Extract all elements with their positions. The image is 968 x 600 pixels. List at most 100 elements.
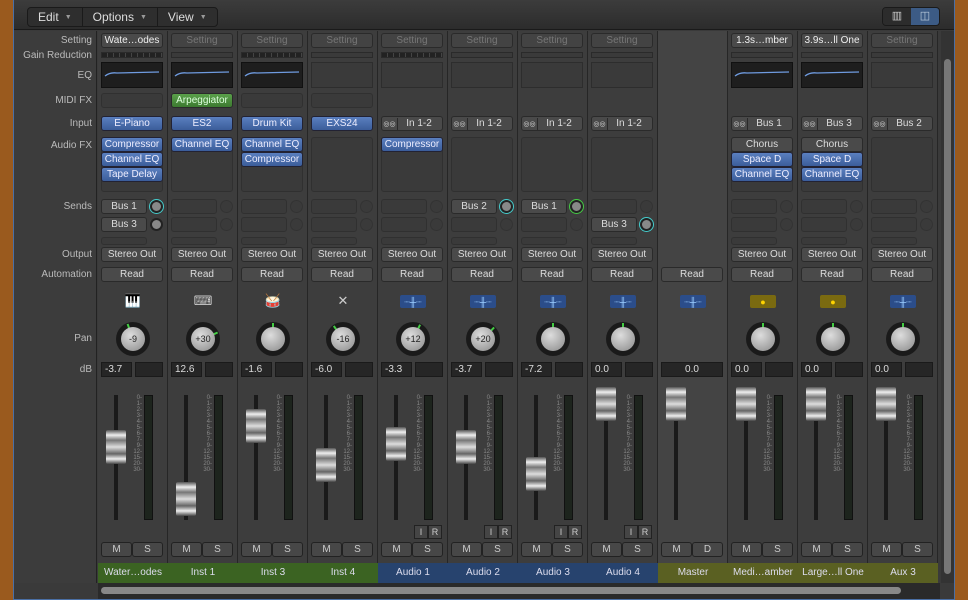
eq-display[interactable] [101,62,163,88]
input-button[interactable]: ◎◎ In 1-2 [591,116,653,131]
pan-knob[interactable] [816,322,850,356]
audio-fx-slot[interactable]: Channel EQ [101,152,163,167]
pan-knob[interactable]: +12 [396,322,430,356]
send-slot[interactable] [241,237,287,245]
send-slot[interactable] [101,237,147,245]
setting-button[interactable]: Setting [521,33,583,48]
record-enable-button[interactable]: R [638,525,652,539]
send-level-knob[interactable] [780,200,793,213]
pan-knob[interactable] [536,322,570,356]
stereo-link-icon[interactable]: ◎◎ [382,118,398,130]
send-slot[interactable] [171,237,217,245]
send-slot[interactable] [311,237,357,245]
volume-fader[interactable] [736,387,756,421]
automation-mode-button[interactable]: Read [171,267,233,282]
stereo-link-icon[interactable]: ◎◎ [872,118,888,130]
pan-knob[interactable]: +20 [466,322,500,356]
stereo-link-icon[interactable]: ◎◎ [592,118,608,130]
send-slot[interactable] [871,199,917,214]
send-slot[interactable]: Bus 3 [591,217,637,232]
automation-mode-button[interactable]: Read [451,267,513,282]
send-slot[interactable] [801,217,847,232]
send-slot[interactable] [591,199,637,214]
output-button[interactable]: Stereo Out [241,247,303,262]
send-slot[interactable] [731,199,777,214]
record-enable-button[interactable]: R [498,525,512,539]
send-level-knob[interactable] [850,218,863,231]
audio-fx-slot[interactable]: Compressor [381,137,443,152]
track-name[interactable]: Aux 3 [868,563,938,583]
output-button[interactable]: Stereo Out [311,247,373,262]
send-slot[interactable] [871,217,917,232]
mute-button[interactable]: M [241,542,272,557]
dim-button[interactable]: D [692,542,723,557]
audio-fx-slot[interactable]: Channel EQ [731,167,793,182]
automation-mode-button[interactable]: Read [381,267,443,282]
solo-button[interactable]: S [412,542,443,557]
solo-button[interactable]: S [552,542,583,557]
volume-fader[interactable] [316,448,336,482]
input-monitor-button[interactable]: I [484,525,498,539]
automation-mode-button[interactable]: Read [801,267,863,282]
track-name[interactable]: Inst 1 [168,563,238,583]
send-level-knob[interactable] [570,200,583,213]
record-enable-button[interactable]: R [568,525,582,539]
output-button[interactable]: Stereo Out [101,247,163,262]
send-level-knob[interactable] [920,218,933,231]
send-slot[interactable] [381,199,427,214]
automation-mode-button[interactable]: Read [311,267,373,282]
eq-display[interactable] [731,62,793,88]
mute-button[interactable]: M [591,542,622,557]
send-slot[interactable] [311,217,357,232]
wide-strips-icon[interactable]: ◫ [911,8,939,25]
scroll-thumb[interactable] [101,587,901,594]
send-slot[interactable] [591,237,637,245]
edit-menu[interactable]: Edit ▼ [28,8,83,26]
setting-button[interactable]: Setting [591,33,653,48]
automation-mode-button[interactable]: Read [591,267,653,282]
setting-button[interactable]: 3.9s…ll One [801,33,863,48]
output-button[interactable]: Stereo Out [381,247,443,262]
track-name[interactable]: Audio 2 [448,563,518,583]
send-level-knob[interactable] [290,200,303,213]
audio-fx-slot[interactable]: Compressor [101,137,163,152]
audio-fx-slot[interactable]: Compressor [241,152,303,167]
solo-button[interactable]: S [202,542,233,557]
output-button[interactable]: Stereo Out [731,247,793,262]
input-button[interactable]: EXS24 [311,116,373,131]
audio-fx-slot[interactable]: Channel EQ [801,167,863,182]
send-level-knob[interactable] [640,200,653,213]
scroll-thumb[interactable] [944,59,951,574]
send-level-knob[interactable] [290,218,303,231]
send-slot[interactable] [451,217,497,232]
output-button[interactable]: Stereo Out [451,247,513,262]
audio-fx-slot[interactable]: Space D [801,152,863,167]
setting-button[interactable]: Setting [311,33,373,48]
send-slot[interactable]: Bus 1 [521,199,567,214]
stereo-link-icon[interactable]: ◎◎ [452,118,468,130]
volume-fader[interactable] [876,387,896,421]
send-slot[interactable]: Bus 2 [451,199,497,214]
audio-fx-slot[interactable]: Tape Delay [101,167,163,182]
track-name[interactable]: Audio 4 [588,563,658,583]
input-button[interactable]: ES2 [171,116,233,131]
output-button[interactable]: Stereo Out [871,247,933,262]
output-button[interactable]: Stereo Out [521,247,583,262]
input-button[interactable]: ◎◎ In 1-2 [521,116,583,131]
pan-knob[interactable] [886,322,920,356]
solo-button[interactable]: S [342,542,373,557]
view-menu[interactable]: View ▼ [158,8,217,26]
volume-fader[interactable] [806,387,826,421]
output-button[interactable]: Stereo Out [591,247,653,262]
input-monitor-button[interactable]: I [554,525,568,539]
eq-display[interactable] [311,62,373,88]
solo-button[interactable]: S [902,542,933,557]
setting-button[interactable]: Setting [871,33,933,48]
solo-button[interactable]: S [832,542,863,557]
send-level-knob[interactable] [570,218,583,231]
pan-knob[interactable] [746,322,780,356]
send-level-knob[interactable] [150,218,163,231]
midi-fx-slot[interactable] [241,93,303,108]
mute-button[interactable]: M [801,542,832,557]
pan-knob[interactable]: -16 [326,322,360,356]
